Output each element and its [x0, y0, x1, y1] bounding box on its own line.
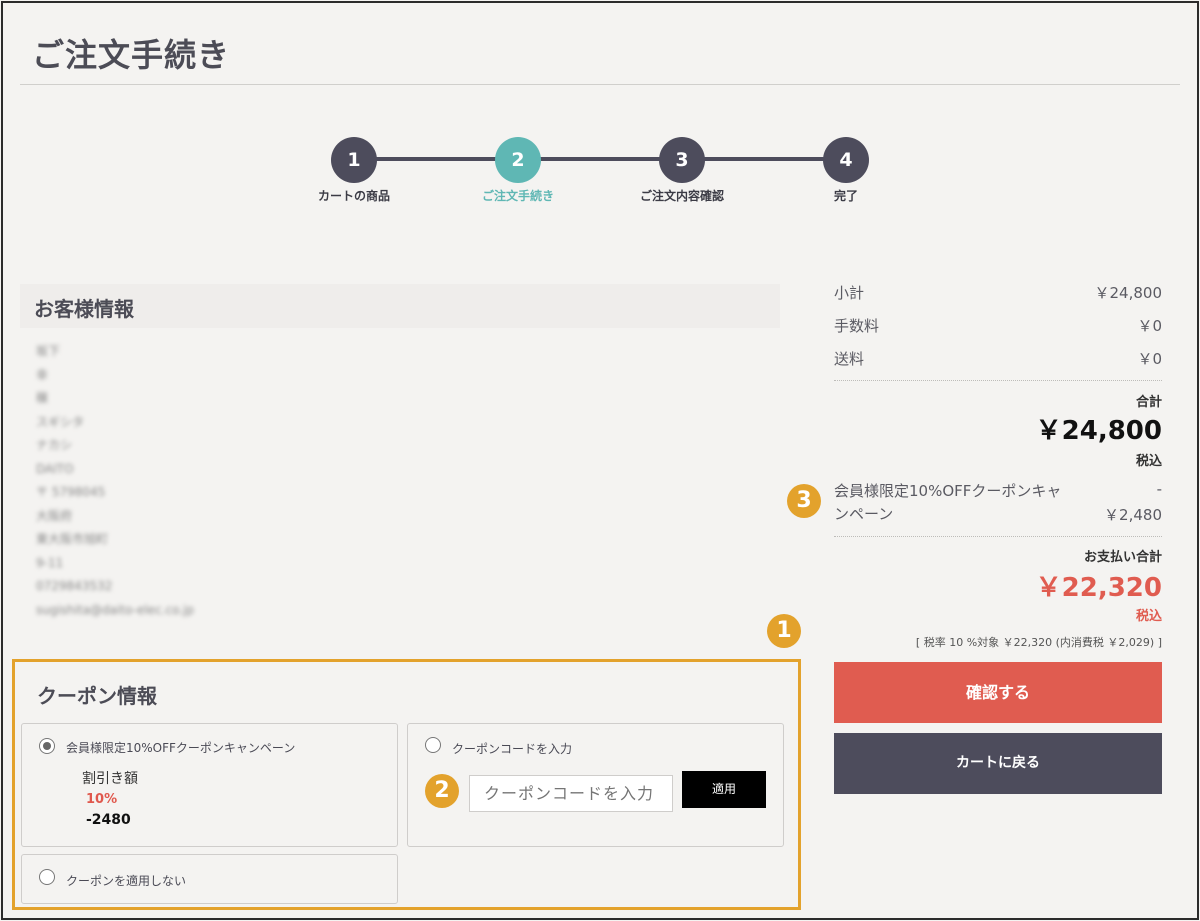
- summary-divider: [834, 536, 1162, 537]
- no-coupon-label: クーポンを適用しない: [66, 874, 187, 888]
- step-label: ご注文手続き: [481, 189, 554, 203]
- code-radio[interactable]: [425, 737, 441, 753]
- step-number: 1: [331, 137, 377, 183]
- no-coupon-radio[interactable]: [39, 869, 55, 885]
- shipping-value: ￥0: [1137, 350, 1162, 368]
- coupon-title: クーポン情報: [37, 684, 157, 708]
- step-number: 3: [659, 137, 705, 183]
- shipping-label: 送料: [834, 350, 865, 368]
- customer-line: 〒 5798045: [36, 485, 106, 499]
- step-label: ご注文内容確認: [639, 189, 724, 203]
- apply-coupon-button[interactable]: 適用: [682, 771, 766, 808]
- subtotal-value: ￥24,800: [1094, 284, 1163, 302]
- total-value: ￥24,800: [1035, 416, 1162, 446]
- confirm-button[interactable]: 確認する: [834, 662, 1162, 723]
- step-cart: 1 カートの商品: [294, 137, 414, 204]
- customer-line: 大阪府: [36, 508, 73, 523]
- campaign-radio[interactable]: [39, 738, 55, 754]
- subtotal-label: 小計: [834, 284, 865, 302]
- step-label: カートの商品: [317, 189, 390, 203]
- step-label: 完了: [833, 189, 858, 203]
- coupon-option-campaign[interactable]: 会員様限定10%OFFクーポンキャンペーン 割引き額 10% -2480: [21, 723, 398, 847]
- summary-divider: [834, 380, 1162, 381]
- back-to-cart-button[interactable]: カートに戻る: [834, 733, 1162, 794]
- coupon-code-input[interactable]: [469, 775, 673, 812]
- total-label: 合計: [1135, 395, 1162, 410]
- coupon-option-none[interactable]: クーポンを適用しない: [21, 854, 398, 904]
- discount-rate: 10%: [86, 792, 118, 807]
- fee-label: 手数料: [834, 317, 880, 335]
- step-number: 4: [823, 137, 869, 183]
- coupon-dash: -: [1156, 480, 1162, 498]
- step-connector: [354, 157, 846, 161]
- step-number: 2: [495, 137, 541, 183]
- coupon-section: クーポン情報 会員様限定10%OFFクーポンキャンペーン 割引き額 10% -2…: [12, 659, 801, 910]
- customer-line: スギシタ: [36, 414, 85, 429]
- payment-total-label: お支払い合計: [1083, 550, 1162, 565]
- campaign-label: 会員様限定10%OFFクーポンキャンペーン: [66, 741, 296, 755]
- tax-breakdown-note: [ 税率 10 %対象 ￥22,320 (内消費税 ￥2,029) ]: [915, 636, 1162, 649]
- code-option-label: クーポンコードを入力: [452, 742, 573, 756]
- discount-amount: -2480: [86, 812, 131, 828]
- step-procedure: 2 ご注文手続き: [458, 137, 578, 204]
- customer-line: 穣: [36, 391, 49, 405]
- discount-label: 割引き額: [82, 771, 138, 787]
- customer-info-title: お客様情報: [34, 297, 134, 321]
- customer-line: ナカシ: [36, 438, 73, 452]
- coupon-name-line2: ンペーン: [834, 505, 894, 523]
- fee-value: ￥0: [1137, 317, 1162, 335]
- step-confirm: 3 ご注文内容確認: [622, 137, 742, 204]
- coupon-option-code[interactable]: クーポンコードを入力 2 適用: [407, 723, 784, 847]
- customer-line: sugishita@daito-elec.co.jp: [36, 602, 194, 617]
- customer-line: 東大阪市旭町: [36, 532, 109, 546]
- coupon-name: 会員様限定10%OFFクーポンキャ ンペーン: [834, 480, 1061, 526]
- step-complete: 4 完了: [786, 137, 906, 204]
- total-tax-label: 税込: [1135, 454, 1162, 469]
- customer-line: 坂下: [36, 344, 61, 358]
- customer-info-header: お客様情報: [20, 284, 780, 328]
- coupon-name-line1: 会員様限定10%OFFクーポンキャ: [834, 482, 1062, 500]
- customer-line: 0729843532: [36, 579, 113, 593]
- annotation-marker-1: 1: [767, 614, 801, 648]
- customer-line: 9-11: [36, 555, 64, 570]
- payment-tax-label: 税込: [1135, 609, 1162, 624]
- coupon-discount-value: ￥2,480: [1104, 506, 1162, 524]
- annotation-marker-2: 2: [425, 774, 459, 808]
- annotation-marker-3: 3: [787, 484, 821, 518]
- order-steps: 1 カートの商品 2 ご注文手続き 3 ご注文内容確認 4 完了: [0, 0, 1200, 220]
- customer-line: 幸: [36, 367, 49, 382]
- customer-line: DAITO: [36, 461, 74, 476]
- customer-info-details: 坂下 幸 穣 スギシタ ナカシ DAITO 〒 5798045 大阪府 東大阪市…: [36, 340, 194, 622]
- payment-total-value: ￥22,320: [1035, 573, 1162, 603]
